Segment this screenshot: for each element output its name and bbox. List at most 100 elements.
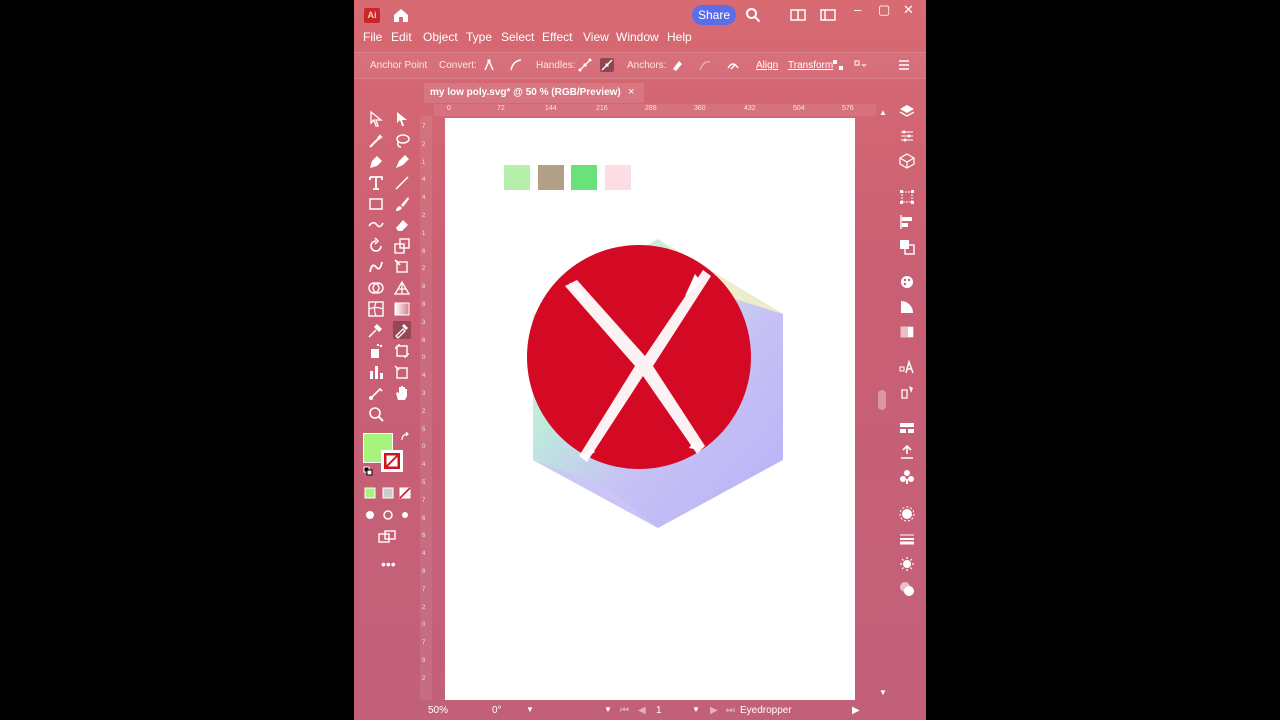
graphic-styles-icon[interactable] [899,556,915,572]
color-mode-icon[interactable] [364,487,376,499]
zoom-tool-icon[interactable] [367,405,385,423]
pathfinder-icon[interactable] [899,239,915,255]
draw-inside-icon[interactable] [399,509,411,521]
transparency-icon[interactable] [899,581,915,597]
menu-view[interactable]: View [583,30,609,44]
draw-normal-icon[interactable] [364,509,376,521]
scale-tool-icon[interactable] [393,237,411,255]
color-swatch[interactable] [538,165,564,190]
color-swatch[interactable] [605,165,631,190]
3d-materials-icon[interactable] [899,153,915,169]
more-options-icon[interactable] [853,58,867,72]
rotate-tool-icon[interactable] [367,237,385,255]
properties-icon[interactable] [899,128,915,144]
layers-icon[interactable] [899,103,915,119]
convert-corner-icon[interactable] [482,58,496,72]
none-mode-icon[interactable] [399,487,411,499]
zoom-level[interactable]: 50% [428,705,448,716]
next-artboard-icon[interactable]: ▶ [710,705,718,716]
slice-tool-icon[interactable] [393,363,411,381]
first-artboard-icon[interactable]: ⏮ [620,705,629,716]
artboard-number[interactable]: 1 [656,705,662,716]
arrange-documents-icon[interactable] [790,7,806,23]
color-swatch[interactable] [504,165,530,190]
color-swatch[interactable] [571,165,597,190]
glyphs-icon[interactable] [899,384,915,400]
magic-wand-tool-icon[interactable] [367,132,385,150]
hide-handles-icon[interactable] [600,58,614,72]
edit-toolbar-button[interactable]: ••• [381,556,396,572]
menu-effect[interactable]: Effect [542,30,572,44]
gradient-mode-icon[interactable] [382,487,394,499]
rectangle-tool-icon[interactable] [367,195,385,213]
line-segment-tool-icon[interactable] [393,174,411,192]
cut-path-icon[interactable] [726,58,740,72]
type-tool-icon[interactable] [367,174,385,192]
color-guide-icon[interactable] [899,299,915,315]
swap-fill-stroke-icon[interactable] [400,432,410,442]
convert-smooth-icon[interactable] [509,58,523,72]
draw-behind-icon[interactable] [382,509,394,521]
menu-file[interactable]: File [363,30,382,44]
close-window-button[interactable]: ✕ [903,2,914,18]
menu-window[interactable]: Window [616,30,659,44]
menu-help[interactable]: Help [667,30,692,44]
last-artboard-icon[interactable]: ⏭ [726,705,735,716]
maximize-button[interactable]: ▢ [878,2,890,18]
align-icon[interactable] [899,214,915,230]
close-tab-icon[interactable]: × [628,86,634,98]
stroke-panel-icon[interactable] [899,531,915,547]
align-link[interactable]: Align [756,60,778,71]
mesh-tool-icon[interactable] [367,300,385,318]
direct-selection-tool-icon[interactable] [393,110,411,128]
menu-type[interactable]: Type [466,30,492,44]
symbol-sprayer-tool-icon[interactable] [367,342,385,360]
share-button[interactable]: Share [692,5,736,25]
show-handles-icon[interactable] [578,58,592,72]
search-icon[interactable] [745,7,761,23]
transform-icon[interactable] [899,189,915,205]
workspace-icon[interactable] [820,7,836,23]
artwork[interactable] [525,236,795,536]
scissors-tool-icon[interactable] [367,384,385,402]
shape-builder-tool-icon[interactable] [367,279,385,297]
home-icon[interactable] [392,6,410,24]
shaper-tool-icon[interactable] [367,216,385,234]
libraries-icon[interactable] [899,420,915,436]
hand-tool-icon[interactable] [393,384,411,402]
panel-menu-icon[interactable] [897,58,911,72]
connect-anchors-icon[interactable] [698,58,712,72]
rotation-value[interactable]: 0° [492,705,502,716]
artboard[interactable] [445,118,855,700]
transform-link[interactable]: Transform [788,60,833,71]
eyedropper-tool-icon[interactable] [393,321,411,339]
artboard-tool-icon[interactable] [393,342,411,360]
pen-tool-icon[interactable] [367,153,385,171]
minimize-button[interactable]: – [854,2,861,17]
zoom-dropdown-icon[interactable]: ▼ [526,705,534,714]
column-graph-tool-icon[interactable] [367,363,385,381]
status-menu-icon[interactable]: ▶ [852,705,860,716]
symbols-icon[interactable] [899,469,915,485]
artboard-dropdown-icon[interactable]: ▼ [692,705,700,714]
blend-tool-icon[interactable] [367,321,385,339]
asset-export-icon[interactable] [899,444,915,460]
color-icon[interactable] [899,274,915,290]
selection-tool-icon[interactable] [367,110,385,128]
isolate-icon[interactable] [831,58,845,72]
perspective-grid-tool-icon[interactable] [393,279,411,297]
curvature-tool-icon[interactable] [393,153,411,171]
paintbrush-tool-icon[interactable] [393,195,411,213]
warp-tool-icon[interactable] [367,258,385,276]
default-fill-stroke-icon[interactable] [363,466,373,476]
character-icon[interactable] [899,359,915,375]
appearance-icon[interactable] [899,506,915,522]
gradient-tool-icon[interactable] [393,300,411,318]
free-transform-tool-icon[interactable] [393,258,411,276]
menu-object[interactable]: Object [423,30,458,44]
stroke-swatch[interactable] [381,450,403,472]
remove-anchor-icon[interactable] [670,58,684,72]
rotation-dropdown-icon[interactable]: ▼ [604,705,612,714]
previous-artboard-icon[interactable]: ◀ [638,705,646,716]
menu-select[interactable]: Select [501,30,534,44]
